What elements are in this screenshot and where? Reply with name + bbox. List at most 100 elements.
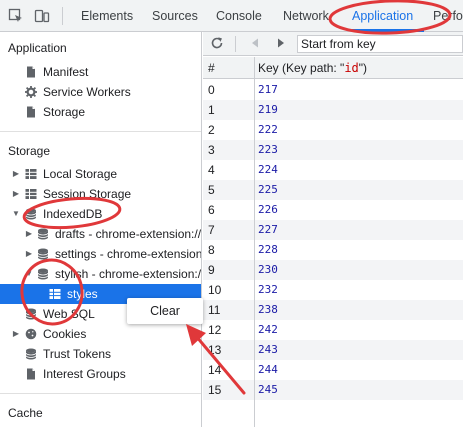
table-header: # Key (Key path: "id") [203,57,463,79]
devtools-tab-bar: Elements Sources Console Network Applica… [0,0,463,32]
tab-performance[interactable]: Perfo [433,0,463,32]
row-index: 7 [208,223,215,237]
row-key: 217 [258,83,278,96]
column-header-key[interactable]: Key (Key path: "id") [258,57,367,79]
grid-icon [49,289,61,299]
database-icon [37,228,49,240]
table-row[interactable]: 3 223 [203,140,463,160]
sidebar-item-session-storage[interactable]: ▶ Session Storage [0,184,201,204]
sidebar-item-storage-overview[interactable]: Storage [0,102,201,122]
row-index: 5 [208,183,215,197]
table-row[interactable]: 12 242 [203,320,463,340]
grid-icon [25,189,37,199]
row-index: 3 [208,143,215,157]
sidebar-item-label: Session Storage [43,187,132,201]
table-row[interactable]: 13 243 [203,340,463,360]
collapse-arrow-icon[interactable]: ▼ [24,264,34,284]
sidebar-item-label: Trust Tokens [43,347,112,361]
tab-network[interactable]: Network [283,0,329,32]
sidebar-item-indexeddb[interactable]: ▼ IndexedDB [0,204,201,224]
table-row[interactable]: 7 227 [203,220,463,240]
tab-elements[interactable]: Elements [81,0,133,32]
sidebar-item-db-stylish[interactable]: ▼ stylish - chrome-extension:// [0,264,202,284]
column-header-key-prefix: Key (Key path: " [258,61,345,75]
sidebar-item-local-storage[interactable]: ▶ Local Storage [0,164,201,184]
row-key: 222 [258,123,278,136]
sidebar-item-manifest[interactable]: Manifest [0,62,201,82]
inspect-element-icon[interactable] [8,8,24,24]
database-icon [25,308,37,320]
previous-page-icon[interactable] [248,36,262,50]
sidebar-item-label: stylish - chrome-extension:// [55,267,202,281]
row-key: 224 [258,163,278,176]
expand-arrow-icon[interactable]: ▶ [11,184,21,204]
tab-console[interactable]: Console [216,0,262,32]
table-row[interactable]: 5 225 [203,180,463,200]
table-row[interactable]: 0 217 [203,80,463,100]
database-icon [37,268,49,280]
sidebar-item-label: settings - chrome-extension:// [55,247,202,261]
expand-arrow-icon[interactable]: ▶ [11,324,21,344]
context-menu: Clear [127,298,203,324]
database-icon [37,248,49,260]
sidebar-item-db-settings[interactable]: ▶ settings - chrome-extension:// [0,244,202,264]
row-key: 243 [258,343,278,356]
row-key: 227 [258,223,278,236]
device-toolbar-icon[interactable] [34,8,50,24]
refresh-icon[interactable] [210,36,224,50]
row-index: 2 [208,123,215,137]
sidebar-item-label: Manifest [43,65,89,79]
sidebar-item-label: Cookies [43,327,87,341]
next-page-icon[interactable] [274,36,288,50]
table-row[interactable]: 4 224 [203,160,463,180]
sidebar-item-label: Service Workers [43,85,131,99]
start-from-key-input[interactable] [297,35,463,53]
sidebar-item-label: drafts - chrome-extension:// [55,227,202,241]
collapse-arrow-icon[interactable]: ▼ [11,204,21,224]
row-key: 219 [258,103,278,116]
column-header-index[interactable]: # [208,57,215,79]
row-index: 10 [208,283,222,297]
sidebar-item-label: Interest Groups [43,367,126,381]
section-title-cache: Cache [8,406,43,420]
row-key: 244 [258,363,278,376]
tab-sources[interactable]: Sources [152,0,198,32]
table-row[interactable]: 8 228 [203,240,463,260]
table-row[interactable]: 6 226 [203,200,463,220]
context-menu-clear[interactable]: Clear [127,298,203,324]
sidebar-item-cookies[interactable]: ▶ Cookies [0,324,201,344]
row-key: 232 [258,283,278,296]
table-row[interactable]: 11 238 [203,300,463,320]
section-divider [0,393,201,394]
column-header-key-path: id [344,61,359,75]
row-index: 12 [208,323,222,337]
table-row[interactable]: 15 245 [203,380,463,400]
table-row[interactable]: 1 219 [203,100,463,120]
tab-application[interactable]: Application [352,0,413,32]
section-divider [0,131,201,132]
row-key: 228 [258,243,278,256]
table-row[interactable]: 9 230 [203,260,463,280]
table-row[interactable]: 10 232 [203,280,463,300]
table-row[interactable]: 14 244 [203,360,463,380]
sidebar-item-interest-groups[interactable]: Interest Groups [0,364,201,384]
expand-arrow-icon[interactable]: ▶ [24,244,34,264]
row-key: 230 [258,263,278,276]
sidebar-item-trust-tokens[interactable]: Trust Tokens [0,344,201,364]
section-title-application: Application [8,41,67,55]
column-header-key-suffix: ") [358,61,368,75]
row-index: 15 [208,383,222,397]
sidebar-item-db-drafts[interactable]: ▶ drafts - chrome-extension:// [0,224,202,244]
expand-arrow-icon[interactable]: ▶ [24,224,34,244]
row-index: 13 [208,343,222,357]
sidebar-item-label: IndexedDB [43,207,103,221]
column-divider [254,57,255,427]
sidebar-item-service-workers[interactable]: Service Workers [0,82,201,102]
toolbar-divider [235,36,236,52]
expand-arrow-icon[interactable]: ▶ [11,164,21,184]
row-key: 223 [258,143,278,156]
row-key: 238 [258,303,278,316]
row-index: 1 [208,103,215,117]
table-row[interactable]: 2 222 [203,120,463,140]
row-index: 8 [208,243,215,257]
